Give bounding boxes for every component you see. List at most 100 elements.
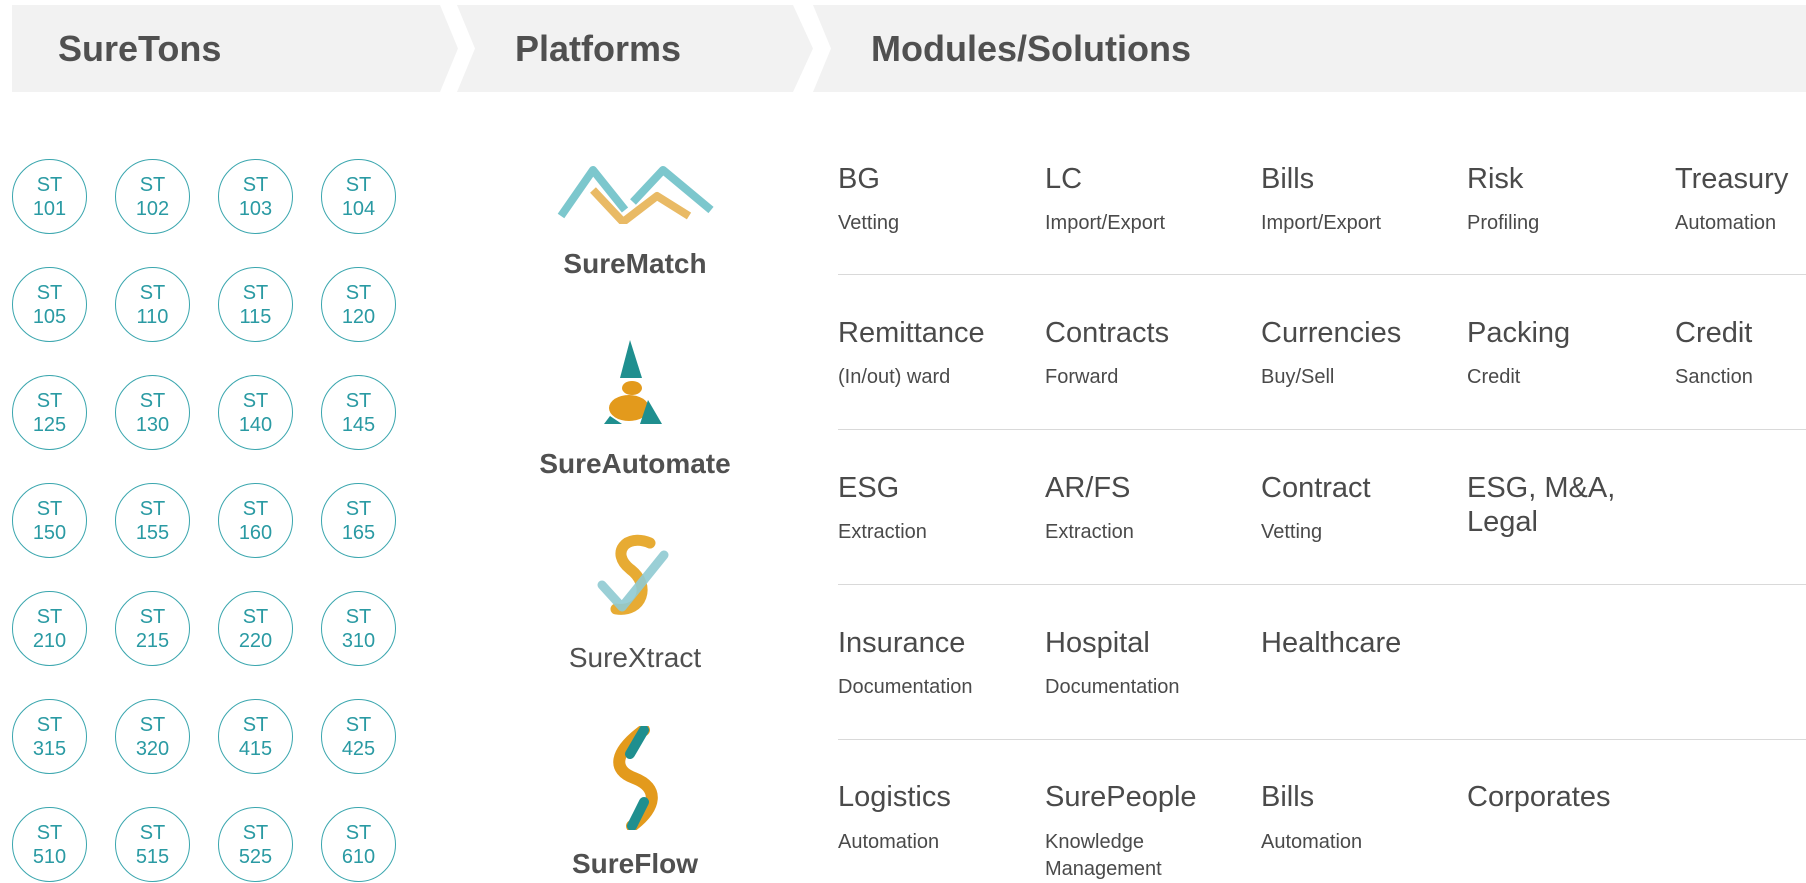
sureton-badge: ST 310 <box>321 591 396 666</box>
sureton-code: 130 <box>135 413 170 436</box>
sureton-badge: ST 610 <box>321 807 396 882</box>
module-subtitle: Sanction <box>1675 366 1753 388</box>
module-title: Bills <box>1261 781 1315 813</box>
surematch-logo-icon <box>557 166 714 224</box>
sureton-prefix: ST <box>139 173 166 196</box>
sureton-badge: ST 150 <box>12 483 87 558</box>
sureton-code: 120 <box>341 305 376 328</box>
module-subtitle: Documentation <box>1045 676 1180 698</box>
module-subtitle: Automation <box>1261 831 1363 853</box>
module-title: LC <box>1045 163 1083 195</box>
sureautomate-logo-icon <box>604 340 662 424</box>
sureton-prefix: ST <box>36 713 63 736</box>
sureton-prefix: ST <box>36 173 63 196</box>
sureton-badge: ST 130 <box>115 375 190 450</box>
module-title: Corporates <box>1467 781 1611 813</box>
sureton-code: 320 <box>135 737 170 760</box>
row-divider <box>838 429 1806 430</box>
sureton-prefix: ST <box>242 173 269 196</box>
sureton-code: 215 <box>135 629 170 652</box>
sureton-badge: ST 320 <box>115 699 190 774</box>
sureton-prefix: ST <box>345 173 372 196</box>
sureton-code: 101 <box>32 197 67 220</box>
sureton-code: 610 <box>341 845 376 868</box>
module-title: Packing <box>1467 317 1571 349</box>
module-subtitle: Automation <box>1675 212 1777 234</box>
module-title: Hospital <box>1045 627 1150 659</box>
sureton-prefix: ST <box>345 281 372 304</box>
module-title: BG <box>838 163 880 195</box>
sureton-prefix: ST <box>242 281 269 304</box>
sureton-badge: ST 105 <box>12 267 87 342</box>
sureton-prefix: ST <box>139 281 166 304</box>
sureton-code: 220 <box>238 629 273 652</box>
sureton-badge: ST 110 <box>115 267 190 342</box>
row-divider <box>838 739 1806 740</box>
sureton-prefix: ST <box>139 605 166 628</box>
sureton-badge: ST 415 <box>218 699 293 774</box>
module-subtitle: Knowledge <box>1045 831 1144 853</box>
sureton-badge: ST 103 <box>218 159 293 234</box>
sureton-prefix: ST <box>139 497 166 520</box>
sureton-code: 515 <box>135 845 170 868</box>
module-title: Risk <box>1467 163 1524 195</box>
module-subtitle: (In/out) ward <box>838 366 951 388</box>
platform-name-sureautomate: SureAutomate <box>539 448 731 479</box>
sureton-code: 425 <box>341 737 376 760</box>
module-title: Currencies <box>1261 317 1402 349</box>
header-platforms-label: Platforms <box>515 27 682 69</box>
sureton-code: 115 <box>239 305 272 328</box>
sureton-code: 160 <box>238 521 273 544</box>
module-title: Credit <box>1675 317 1753 349</box>
platform-name-sureflow: SureFlow <box>571 848 698 879</box>
sureton-prefix: ST <box>345 605 372 628</box>
header-suretons-label: SureTons <box>58 27 222 69</box>
sureton-prefix: ST <box>242 605 269 628</box>
surextract-logo-icon <box>597 534 669 615</box>
sureton-badge: ST 120 <box>321 267 396 342</box>
sureton-prefix: ST <box>345 821 372 844</box>
sureton-badge: ST 115 <box>218 267 293 342</box>
row-divider <box>838 584 1806 585</box>
sureton-code: 105 <box>32 305 67 328</box>
module-title: Contract <box>1261 472 1371 504</box>
sureton-code: 310 <box>341 629 376 652</box>
sureton-code: 315 <box>32 737 67 760</box>
sureton-prefix: ST <box>139 713 166 736</box>
sureton-badge: ST 165 <box>321 483 396 558</box>
module-title: ESG <box>838 472 900 504</box>
module-title: Remittance <box>838 317 985 349</box>
sureton-badge: ST 510 <box>12 807 87 882</box>
sureton-code: 165 <box>341 521 376 544</box>
sureton-badge: ST 145 <box>321 375 396 450</box>
sureton-badge: ST 210 <box>12 591 87 666</box>
sureton-badge: ST 140 <box>218 375 293 450</box>
sureton-prefix: ST <box>36 497 63 520</box>
sureton-prefix: ST <box>36 821 63 844</box>
module-title: AR/FS <box>1045 472 1131 504</box>
sureton-badge: ST 125 <box>12 375 87 450</box>
module-subtitle: Management <box>1045 858 1162 880</box>
module-title: SurePeople <box>1045 781 1197 813</box>
sureton-badge: ST 315 <box>12 699 87 774</box>
sureton-badge: ST 215 <box>115 591 190 666</box>
sureton-prefix: ST <box>36 389 63 412</box>
sureton-prefix: ST <box>139 821 166 844</box>
row-divider <box>838 274 1806 275</box>
sureton-prefix: ST <box>36 281 63 304</box>
sureton-badge: ST 104 <box>321 159 396 234</box>
sureton-code: 104 <box>341 197 376 220</box>
sureton-prefix: ST <box>139 389 166 412</box>
module-subtitle: Forward <box>1045 366 1119 388</box>
sureton-prefix: ST <box>242 713 269 736</box>
module-title: Legal <box>1467 506 1538 538</box>
module-title: ESG, M&A, <box>1467 472 1616 504</box>
sureton-prefix: ST <box>36 605 63 628</box>
sureflow-logo-icon <box>613 726 658 830</box>
module-subtitle: Profiling <box>1467 212 1540 234</box>
module-title: Healthcare <box>1261 627 1402 659</box>
sureton-code: 103 <box>238 197 273 220</box>
module-title: Contracts <box>1045 317 1170 349</box>
sureton-badge: ST 525 <box>218 807 293 882</box>
header-suretons: SureTons <box>12 5 458 92</box>
